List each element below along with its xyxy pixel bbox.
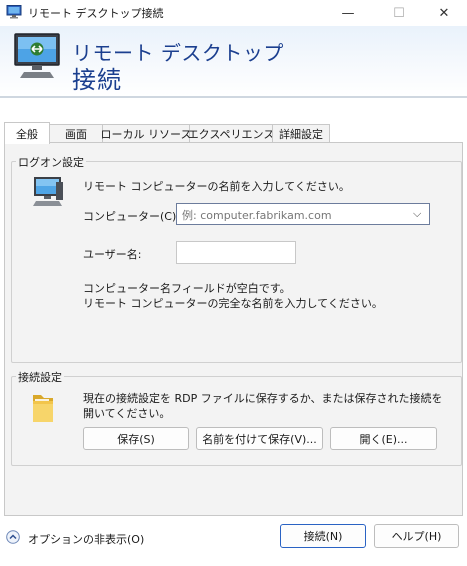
- logon-message-line1: コンピューター名フィールドが空白です。: [83, 282, 291, 295]
- remote-desktop-icon: [6, 5, 22, 19]
- tab-local-resources[interactable]: ローカル リソース: [101, 124, 191, 143]
- computer-label: コンピューター(C):: [83, 210, 180, 223]
- username-input[interactable]: [176, 241, 296, 264]
- window-title: リモート デスクトップ接続: [28, 7, 164, 20]
- minimize-button[interactable]: —: [325, 0, 371, 26]
- connection-description-line2: 開いてください。: [83, 407, 171, 420]
- logon-message-line2: リモート コンピューターの完全な名前を入力してください。: [83, 297, 383, 310]
- chevron-up-icon[interactable]: [6, 530, 20, 544]
- tab-strip: 全般 画面 ローカル リソース エクスペリエンス 詳細設定: [4, 122, 464, 144]
- maximize-button[interactable]: ☐: [376, 0, 422, 26]
- save-as-button[interactable]: 名前を付けて保存(V)...: [196, 427, 323, 450]
- computer-icon: [33, 177, 63, 206]
- tab-general[interactable]: 全般: [4, 122, 50, 144]
- logon-settings-legend: ログオン設定: [16, 154, 86, 170]
- banner-divider: [0, 96, 467, 98]
- computer-placeholder: 例: computer.fabrikam.com: [182, 209, 332, 222]
- connection-settings-legend: 接続設定: [16, 369, 64, 385]
- computer-combobox[interactable]: 例: computer.fabrikam.com ⌵: [176, 203, 430, 225]
- close-button[interactable]: ✕: [421, 0, 467, 26]
- tab-advanced[interactable]: 詳細設定: [272, 124, 330, 143]
- username-label: ユーザー名:: [83, 248, 142, 261]
- hide-options-label[interactable]: オプションの非表示(O): [28, 531, 144, 547]
- help-button[interactable]: ヘルプ(H): [374, 524, 459, 548]
- banner-title-line2: 接続: [72, 66, 122, 94]
- save-button[interactable]: 保存(S): [83, 427, 189, 450]
- tab-experience[interactable]: エクスペリエンス: [188, 124, 274, 143]
- chevron-down-icon[interactable]: ⌵: [413, 207, 421, 221]
- logon-instruction: リモート コンピューターの名前を入力してください。: [83, 180, 350, 193]
- connection-description-line1: 現在の接続設定を RDP ファイルに保存するか、または保存された接続を: [83, 392, 443, 405]
- connect-button[interactable]: 接続(N): [280, 524, 366, 548]
- open-button[interactable]: 開く(E)...: [330, 427, 437, 450]
- folder-icon: [33, 395, 53, 422]
- tab-display[interactable]: 画面: [49, 124, 103, 143]
- remote-desktop-icon: [14, 33, 60, 78]
